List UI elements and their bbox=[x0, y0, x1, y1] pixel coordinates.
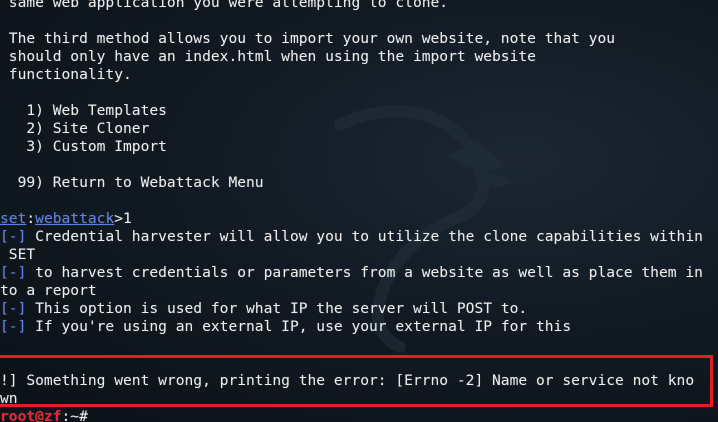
terminal-line: should only have an index.html when usin… bbox=[0, 48, 536, 65]
info-line: [-] Credential harvester will allow you … bbox=[0, 228, 703, 245]
terminal-line: The third method allows you to import yo… bbox=[0, 30, 616, 47]
prompt-separator: : bbox=[26, 210, 36, 227]
menu-option-web-templates: 1) Web Templates bbox=[0, 102, 167, 119]
prompt-module: webattack bbox=[35, 210, 115, 227]
info-line-continued: SET bbox=[0, 246, 36, 263]
info-line-continued: to a report bbox=[0, 282, 97, 299]
prompt-gt: > bbox=[114, 210, 124, 227]
info-marker: [-] bbox=[0, 264, 27, 281]
info-line: [-] to harvest credentials or parameters… bbox=[0, 264, 703, 281]
error-message-continued: wn bbox=[0, 390, 18, 407]
set-prompt-line: set:webattack>1 bbox=[0, 210, 132, 228]
terminal-line: same web application you were attempting… bbox=[0, 0, 449, 11]
info-marker: [-] bbox=[0, 318, 27, 335]
info-marker: [-] bbox=[0, 300, 27, 317]
menu-option-site-cloner: 2) Site Cloner bbox=[0, 120, 150, 137]
error-message: !] Something went wrong, printing the er… bbox=[0, 372, 695, 389]
terminal-line: functionality. bbox=[0, 66, 132, 83]
info-marker: [-] bbox=[0, 228, 27, 245]
terminal-window[interactable]: same web application you were attempting… bbox=[0, 0, 718, 422]
shell-prompt-path: :~# bbox=[61, 408, 88, 422]
menu-option-return-webattack: 99) Return to Webattack Menu bbox=[0, 174, 264, 191]
info-line: [-] This option is used for what IP the … bbox=[0, 300, 528, 317]
prompt-set: set bbox=[0, 210, 27, 227]
menu-option-custom-import: 3) Custom Import bbox=[0, 138, 167, 155]
prompt-input: 1 bbox=[123, 210, 132, 227]
info-line: [-] If you're using an external IP, use … bbox=[0, 318, 572, 335]
shell-prompt-line[interactable]: root@zf:~# bbox=[0, 408, 88, 422]
shell-prompt-user-host: root@zf bbox=[0, 408, 62, 422]
